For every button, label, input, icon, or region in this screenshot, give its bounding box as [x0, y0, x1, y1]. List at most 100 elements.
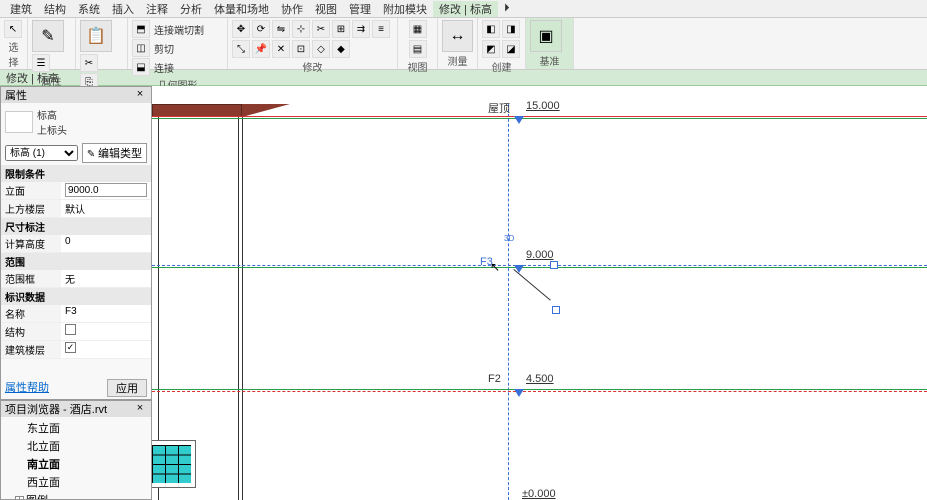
menu-item[interactable]: 附加模块: [377, 1, 433, 17]
type-name: 上标头: [37, 122, 147, 137]
level-marker-icon[interactable]: [514, 389, 524, 397]
mirror-icon[interactable]: ⇋: [272, 20, 290, 38]
expand-icon[interactable]: +: [15, 496, 24, 500]
level-value[interactable]: 15.000: [526, 100, 560, 112]
array-icon[interactable]: ⊞: [332, 20, 350, 38]
align-icon[interactable]: ≡: [372, 20, 390, 38]
ribbon-group-modify: ✥ ⟳ ⇋ ⊹ ✂ ⊞ ⇉ ≡ ⤡ 📌 ✕ ⊡ ◇ ◆ 修改: [228, 18, 398, 69]
drag-handle[interactable]: [552, 306, 560, 314]
level-value[interactable]: 4.500: [526, 373, 554, 385]
offset-icon[interactable]: ⇉: [352, 20, 370, 38]
tree-item[interactable]: 西立面: [3, 473, 149, 491]
menu-item[interactable]: 注释: [140, 1, 174, 17]
menu-help-icon[interactable]: ⏵: [498, 2, 516, 15]
propagate-icon[interactable]: ▣: [530, 20, 562, 52]
menu-item-active[interactable]: 修改 | 标高: [433, 1, 498, 17]
prop-key: 上方楼层: [1, 200, 61, 217]
level-value[interactable]: 9.000: [526, 249, 554, 261]
close-icon[interactable]: ×: [133, 88, 147, 102]
wall-line[interactable]: [242, 117, 243, 500]
rotate-icon[interactable]: ⟳: [252, 20, 270, 38]
level-line-f2[interactable]: [152, 389, 927, 390]
drawing-canvas[interactable]: 屋顶 15.000 F3 9.000 ↖ 3D F2 4.500 ±0.000: [152, 86, 927, 500]
ribbon-txt[interactable]: 连接端切割: [152, 22, 206, 37]
3d-badge[interactable]: 3D: [504, 234, 514, 243]
curtain-wall-preview[interactable]: [152, 440, 196, 488]
view-icon[interactable]: ▦: [409, 20, 427, 38]
cut-geom-icon[interactable]: ◫: [132, 39, 150, 57]
view-icon[interactable]: ▤: [409, 40, 427, 58]
level-name[interactable]: 屋顶: [488, 100, 510, 116]
family-name: 标高: [37, 107, 147, 122]
split-icon[interactable]: ✂: [312, 20, 330, 38]
menu-item[interactable]: 结构: [38, 1, 72, 17]
level-marker-icon[interactable]: [514, 116, 524, 124]
level-value[interactable]: ±0.000: [522, 488, 556, 500]
prop-key: 计算高度: [1, 235, 61, 252]
cursor-icon[interactable]: ↖: [4, 20, 22, 38]
create-icon[interactable]: ◪: [502, 40, 520, 58]
misc-icon[interactable]: ◆: [332, 40, 350, 58]
level-name[interactable]: F2: [488, 373, 501, 385]
create-icon[interactable]: ◧: [482, 20, 500, 38]
prop-val[interactable]: F3: [61, 305, 151, 322]
move-icon[interactable]: ✥: [232, 20, 250, 38]
pin-icon[interactable]: 📌: [252, 40, 270, 58]
properties-help-link[interactable]: 属性帮助: [5, 379, 49, 397]
building-story-checkbox[interactable]: [61, 341, 151, 358]
ribbon-label: 修改: [232, 58, 393, 74]
tree-item[interactable]: 北立面: [3, 437, 149, 455]
cut-icon[interactable]: ✂: [80, 54, 98, 72]
close-icon[interactable]: ×: [133, 402, 147, 416]
ribbon-group-create: ◧ ◨ ◩ ◪ 创建: [478, 18, 526, 69]
ribbon-label: 基准: [530, 52, 569, 68]
type-selector-header[interactable]: 标高 上标头: [1, 103, 151, 141]
reference-line[interactable]: [508, 104, 509, 500]
edit-type-button[interactable]: ✎ 编辑类型: [82, 143, 147, 163]
drag-handle[interactable]: [550, 261, 558, 269]
menu-item[interactable]: 视图: [309, 1, 343, 17]
menu-item[interactable]: 体量和场地: [208, 1, 275, 17]
tree-item[interactable]: +图例: [3, 491, 149, 500]
cope-icon[interactable]: ⬒: [132, 20, 150, 38]
menu-item[interactable]: 协作: [275, 1, 309, 17]
create-icon[interactable]: ◩: [482, 40, 500, 58]
tree-item-active[interactable]: 南立面: [3, 455, 149, 473]
menu-item[interactable]: 分析: [174, 1, 208, 17]
misc-icon[interactable]: ◇: [312, 40, 330, 58]
scale-icon[interactable]: ⤡: [232, 40, 250, 58]
ribbon-group-clipboard: 📋 ✂ ⎘ 剪贴板: [76, 18, 128, 69]
join-icon[interactable]: ⬓: [132, 58, 150, 76]
measure-icon[interactable]: ↔: [442, 20, 473, 52]
level-line[interactable]: [152, 267, 927, 268]
menu-item[interactable]: 管理: [343, 1, 377, 17]
prop-val[interactable]: 无: [61, 270, 151, 287]
prop-val[interactable]: 0: [61, 235, 151, 252]
structural-checkbox[interactable]: [61, 323, 151, 340]
ribbon-txt[interactable]: 连接: [152, 60, 176, 75]
ribbon-group-measure: ↔ 测量: [438, 18, 478, 69]
delete-icon[interactable]: ✕: [272, 40, 290, 58]
ribbon-group-select: ↖ 选择: [0, 18, 28, 69]
level-line[interactable]: [152, 118, 927, 119]
menu-item[interactable]: 插入: [106, 1, 140, 17]
create-icon[interactable]: ◨: [502, 20, 520, 38]
ribbon-group-view: ▦ ▤ 视图: [398, 18, 438, 69]
apply-button[interactable]: 应用: [107, 379, 147, 397]
wall-line[interactable]: [238, 117, 239, 500]
level-line-selected[interactable]: [152, 265, 927, 266]
prop-val[interactable]: 默认: [61, 200, 151, 217]
trim-icon[interactable]: ⊹: [292, 20, 310, 38]
instance-selector[interactable]: 标高 (1): [5, 145, 78, 161]
elevation-input[interactable]: [65, 183, 147, 197]
modify-icon[interactable]: ✎: [32, 20, 64, 52]
prop-section: 尺寸标注: [1, 218, 151, 235]
menu-item[interactable]: 系统: [72, 1, 106, 17]
ribbon-txt[interactable]: 剪切: [152, 41, 176, 56]
level-line[interactable]: [152, 391, 927, 392]
group-icon[interactable]: ⊡: [292, 40, 310, 58]
tree-item[interactable]: 东立面: [3, 419, 149, 437]
paste-icon[interactable]: 📋: [80, 20, 112, 52]
level-line-roof[interactable]: [152, 116, 927, 117]
menu-item[interactable]: 建筑: [4, 1, 38, 17]
